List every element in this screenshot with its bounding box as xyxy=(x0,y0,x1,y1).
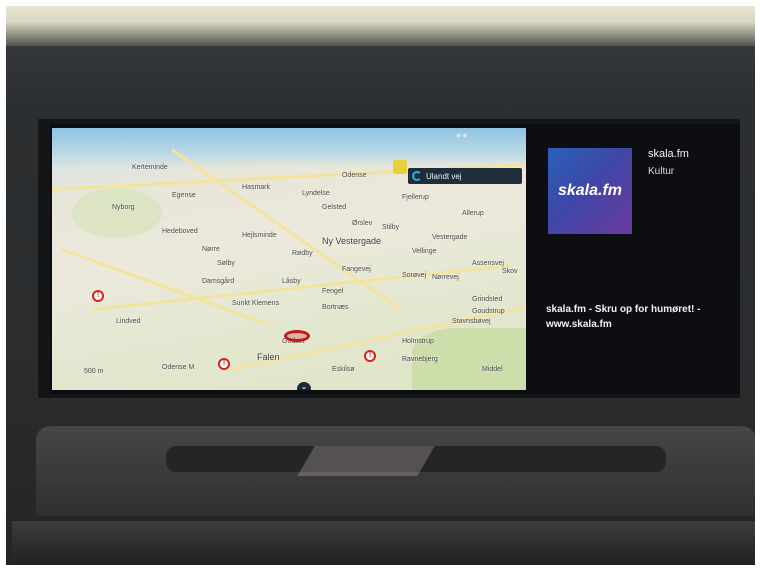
place-label: Rødby xyxy=(292,250,313,257)
place-label: Holmstrup xyxy=(402,338,434,345)
station-genre: Kultur xyxy=(648,166,675,177)
place-label: Skov xyxy=(502,268,518,275)
warning-pin-icon[interactable]: ! xyxy=(364,350,376,362)
place-label: Fjellerup xyxy=(402,194,429,201)
place-label: Vestergade xyxy=(432,234,468,241)
media-panel[interactable]: skala.fm skala.fm Kultur skala.fm - Skru… xyxy=(528,128,736,386)
place-label: Hejlsminde xyxy=(242,232,277,239)
chevron-down-icon[interactable]: ⌄ xyxy=(297,382,311,390)
place-label: Ravnebjerg xyxy=(402,356,438,363)
reroute-label: Ulandt vej xyxy=(426,171,462,181)
place-label: Sorøvej xyxy=(402,272,427,279)
place-label: Stilby xyxy=(382,224,400,231)
light-reflection xyxy=(297,446,435,476)
place-label: Sølby xyxy=(217,260,235,267)
forest-area xyxy=(72,188,162,238)
place-label: Fangevej xyxy=(342,266,371,273)
place-label: Bortnæs xyxy=(322,304,349,311)
place-label: Odense xyxy=(342,172,367,179)
place-label: Fengel xyxy=(322,288,344,295)
destination-flag-icon xyxy=(393,160,407,174)
place-label: Egense xyxy=(172,192,196,199)
place-label: Kerteminde xyxy=(132,164,168,171)
reroute-banner[interactable]: Ulandt vej xyxy=(408,168,522,184)
place-label: Eskilsø xyxy=(332,366,355,373)
place-label: Allerup xyxy=(462,210,484,217)
map-scale: 500 m xyxy=(84,368,104,375)
place-label: Nyborg xyxy=(112,204,135,211)
vehicle-position-icon xyxy=(284,330,310,342)
road xyxy=(61,248,270,327)
navigation-map[interactable]: Kerteminde Hasmark Egense Nyborg Odense Lynde… xyxy=(52,128,526,390)
place-label: Ny Vestergade xyxy=(322,236,382,246)
sea-area xyxy=(52,128,526,168)
place-label: Lindved xyxy=(116,318,141,325)
place-label: Damsgård xyxy=(202,278,235,285)
reroute-icon xyxy=(412,171,422,181)
place-label: Middel xyxy=(482,366,503,373)
dashboard-bottom xyxy=(12,521,755,565)
station-name: skala.fm xyxy=(648,148,689,160)
place-label: Stavnsbøvej xyxy=(452,318,491,325)
place-label: Lyndelse xyxy=(302,190,330,197)
road xyxy=(91,264,510,311)
warning-pin-icon[interactable]: ! xyxy=(218,358,230,370)
place-label: Sunkt Klemens xyxy=(232,300,280,307)
place-label: Ørslev xyxy=(352,220,373,227)
place-label: Nørrevej xyxy=(432,274,459,281)
place-label: Falen xyxy=(257,352,280,362)
station-logo[interactable]: skala.fm xyxy=(548,148,632,234)
place-label: Grindsted xyxy=(472,296,503,303)
place-label: Goudstrup xyxy=(472,308,505,315)
place-label: Odense M xyxy=(162,364,195,371)
status-icons: ◉◉ xyxy=(456,133,469,139)
place-label: Assensvej xyxy=(472,260,504,267)
place-label: Hasmark xyxy=(242,184,271,191)
place-label: Vellinge xyxy=(412,248,437,255)
place-label: Hedeboved xyxy=(162,228,198,235)
speed-camera-icon[interactable]: ! xyxy=(92,290,104,302)
radio-text: skala.fm - Skru op for humøret! - www.sk… xyxy=(546,304,701,330)
place-label: Låsby xyxy=(282,278,301,285)
place-label: Gelsted xyxy=(322,204,347,211)
place-label: Nørre xyxy=(202,246,220,253)
sun-glare xyxy=(6,6,755,46)
